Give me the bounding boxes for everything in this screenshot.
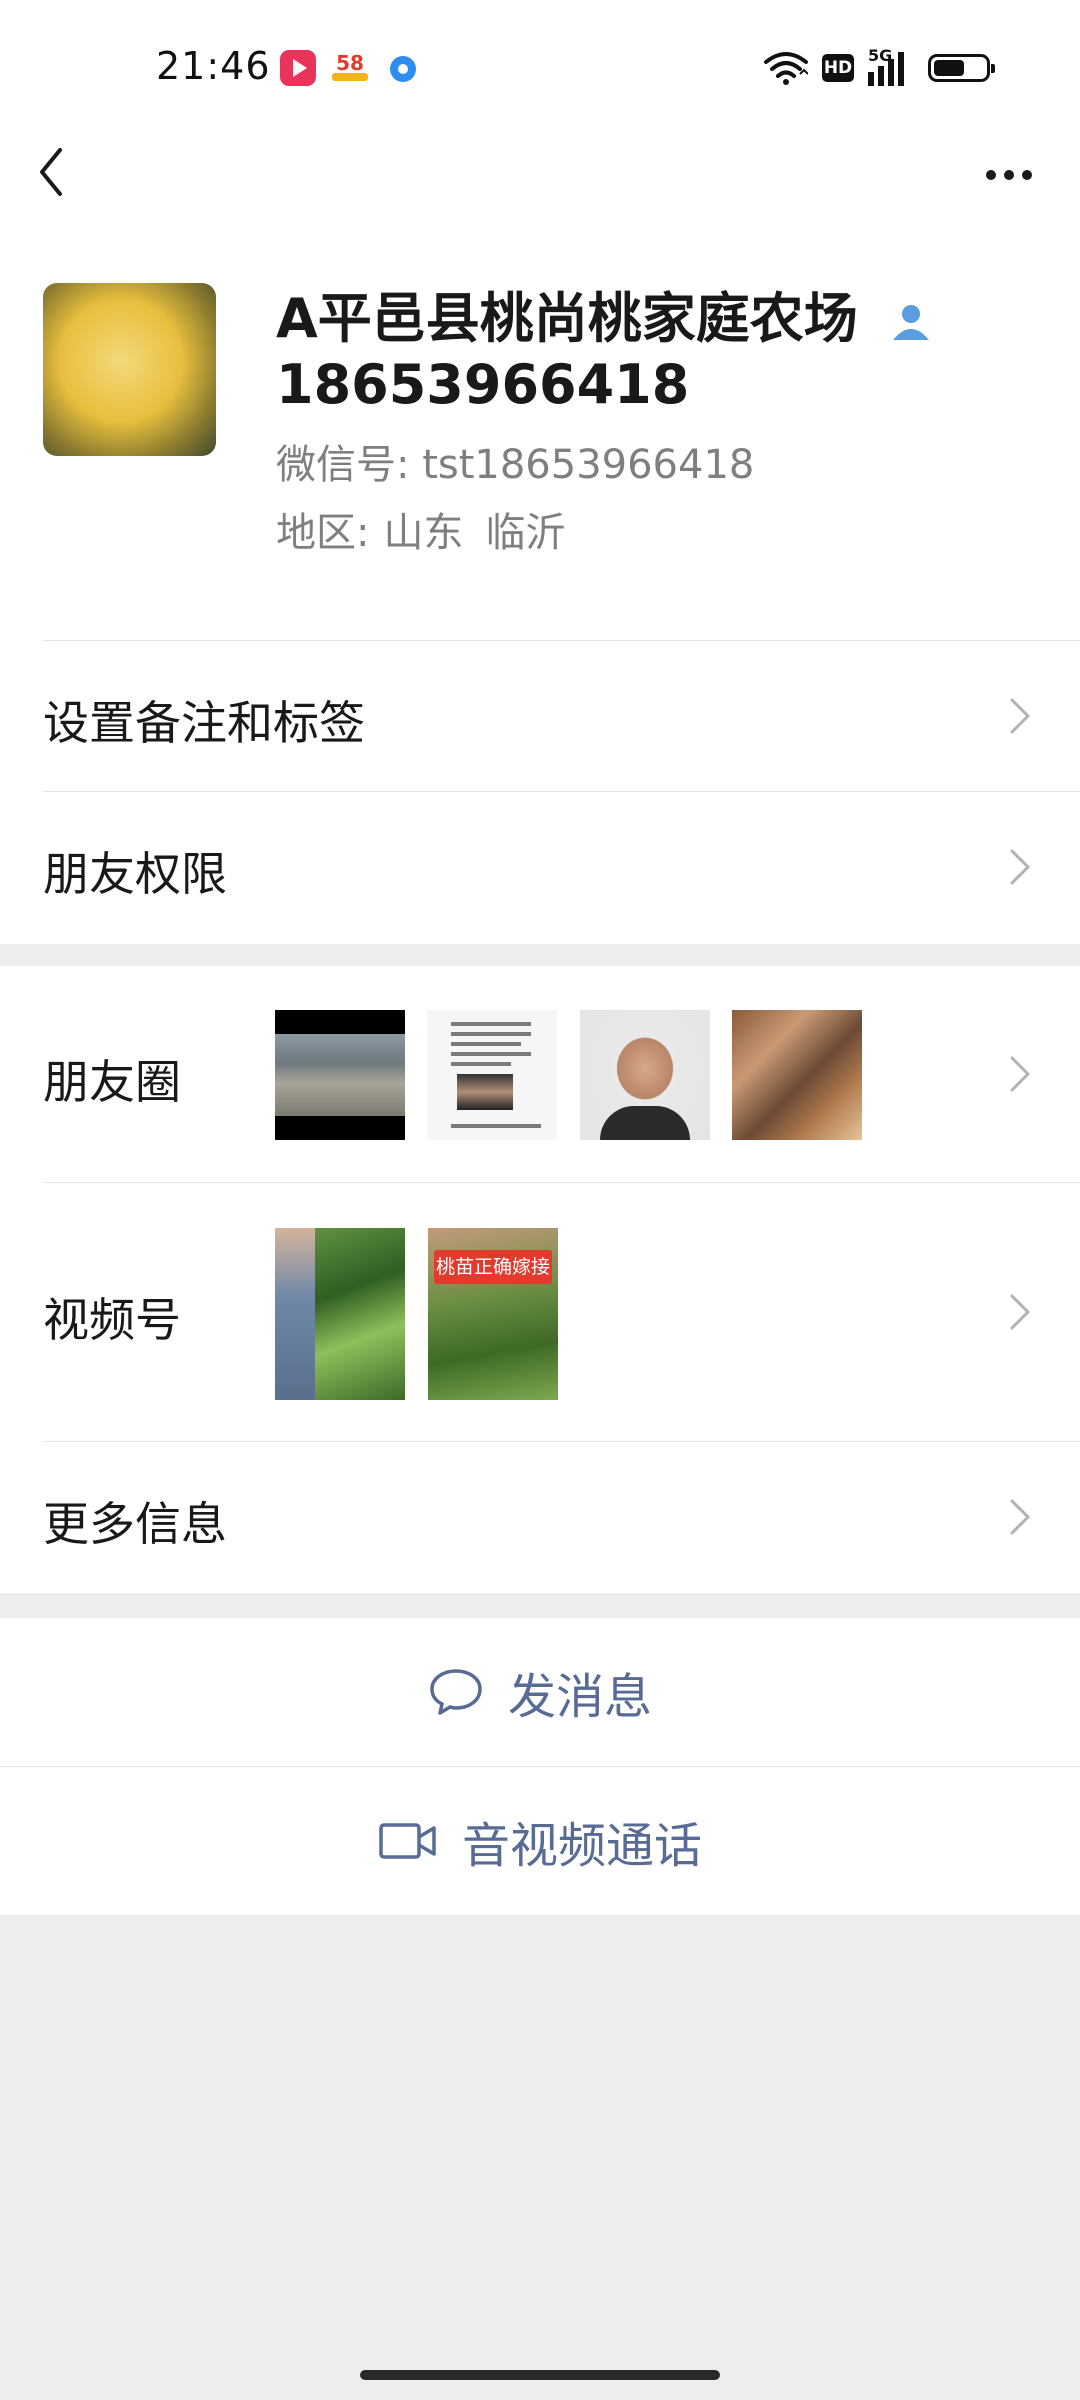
- more-button[interactable]: [974, 150, 1044, 200]
- chevron-right-icon: [1010, 849, 1030, 885]
- friend-permission-label: 朋友权限: [43, 847, 227, 901]
- circle-app-icon: [390, 56, 416, 82]
- video-app-icon: [280, 50, 316, 86]
- 58-app-icon: 58: [332, 50, 368, 86]
- wifi-icon: [764, 52, 808, 85]
- chevron-right-icon: [1010, 698, 1030, 734]
- moment-thumbnail: [580, 1010, 710, 1140]
- channel-video-tag: 桃苗正确嫁接: [434, 1250, 552, 1284]
- channel-thumbnail: 桃苗正确嫁接: [428, 1228, 558, 1400]
- remark-tags-label: 设置备注和标签: [43, 696, 365, 750]
- region-province: 山东: [383, 510, 464, 556]
- contact-profile-page: 21:46 58 HD 5G A平邑县桃尚桃家庭农场 18653966418 微…: [0, 0, 1080, 2400]
- remark-tags-row[interactable]: 设置备注和标签: [0, 641, 1080, 791]
- chevron-right-icon: [1010, 1056, 1030, 1092]
- wechat-id-label: 微信号:: [276, 442, 410, 488]
- profile-name: A平邑县桃尚桃家庭农场 18653966418: [276, 286, 1036, 418]
- name-line-1: A平邑县桃尚桃家庭农场: [276, 287, 858, 350]
- signal-icon: 5G: [868, 46, 914, 88]
- video-call-label: 音视频通话: [461, 1818, 702, 1874]
- status-bar: 21:46 58 HD 5G: [0, 0, 1080, 140]
- status-time: 21:46: [156, 44, 271, 88]
- chevron-left-icon: [40, 148, 62, 196]
- send-message-label: 发消息: [507, 1669, 652, 1725]
- home-indicator[interactable]: [360, 2370, 720, 2380]
- more-dots-icon: [986, 170, 1032, 180]
- chevron-right-icon: [1010, 1499, 1030, 1535]
- send-message-button[interactable]: 发消息: [0, 1618, 1080, 1766]
- status-indicators: HD 5G: [764, 44, 995, 92]
- contact-person-icon: [892, 305, 929, 341]
- region-city: 临沂: [485, 510, 566, 556]
- video-camera-icon: [378, 1821, 438, 1861]
- channels-label: 视频号: [43, 1293, 181, 1347]
- channel-thumbnail: [275, 1228, 405, 1400]
- chevron-right-icon: [1010, 1294, 1030, 1330]
- avatar[interactable]: [43, 283, 216, 456]
- battery-icon: [928, 54, 995, 82]
- chat-bubble-icon: [428, 1667, 484, 1717]
- 58-app-label: 58: [336, 51, 364, 75]
- video-call-button[interactable]: 音视频通话: [0, 1767, 1080, 1915]
- wechat-id: 微信号: tst18653966418: [276, 432, 754, 490]
- moments-label: 朋友圈: [43, 1055, 181, 1109]
- more-info-row[interactable]: 更多信息: [0, 1442, 1080, 1593]
- friend-permission-row[interactable]: 朋友权限: [0, 792, 1080, 942]
- wechat-id-value: tst18653966418: [422, 442, 755, 488]
- region-label: 地区:: [276, 510, 370, 556]
- moment-thumbnail: [275, 1010, 405, 1140]
- moment-thumbnail: [427, 1010, 557, 1140]
- region: 地区: 山东 临沂: [276, 500, 565, 558]
- name-line-2: 18653966418: [276, 353, 690, 416]
- moment-thumbnail: [732, 1010, 862, 1140]
- more-info-label: 更多信息: [43, 1497, 227, 1551]
- hd-badge: HD: [822, 54, 854, 82]
- back-button[interactable]: [30, 140, 90, 210]
